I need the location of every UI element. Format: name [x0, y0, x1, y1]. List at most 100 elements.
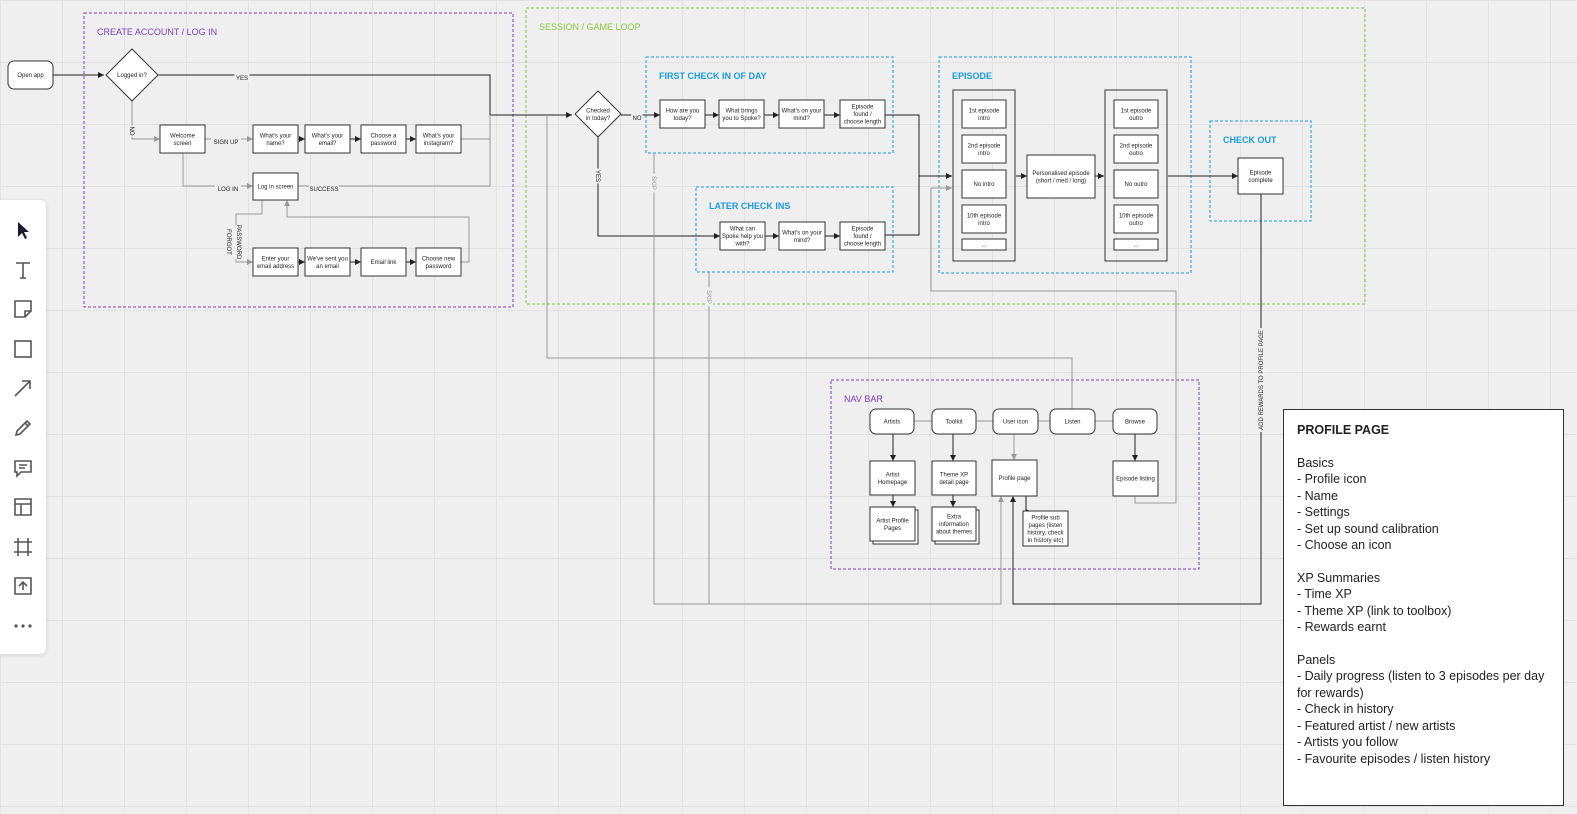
node-enter-email[interactable]: Enter your email address	[252, 247, 299, 277]
node-episode-listing[interactable]: Episode listing	[1112, 460, 1159, 497]
node-outro-10[interactable]: 10th episode outro	[1113, 204, 1159, 234]
node-label: We've sent you	[307, 256, 348, 262]
node-episode-complete[interactable]: Episode complete	[1237, 157, 1284, 195]
connector-line[interactable]	[158, 74, 491, 115]
node-nav-listen[interactable]: Listen	[1049, 408, 1096, 435]
node-outro-none[interactable]: No outro	[1113, 169, 1159, 199]
node-personalised[interactable]: Personalised episode(short / med / long)	[1026, 154, 1096, 199]
frame-icon	[14, 537, 32, 556]
pen-tool[interactable]	[7, 412, 39, 444]
connector-line[interactable]	[885, 114, 920, 236]
node-artist-profiles[interactable]: Artist Profile Pages	[869, 506, 919, 545]
node-intro-2[interactable]: 2nd episode intro	[961, 134, 1007, 164]
node-email[interactable]: What's your email?	[304, 124, 351, 154]
node-intro-10[interactable]: 10th episode intro	[961, 204, 1007, 234]
node-label: ...	[1133, 243, 1138, 249]
node-nav-browse[interactable]: Browse	[1112, 408, 1158, 435]
node-on-mind-2[interactable]: What's on your mind?	[778, 221, 826, 251]
node-episode-found-2[interactable]: Episodefound / choose length	[839, 221, 886, 251]
node-profile-sub[interactable]: Profile sub pages (listenhistory, check in…	[1022, 510, 1069, 547]
node-extra-info[interactable]: Extrainformation about themes	[931, 506, 980, 545]
panels-heading: Panels	[1297, 652, 1336, 667]
node-label: complete	[1248, 178, 1273, 184]
more-tool[interactable]	[7, 610, 39, 642]
list-item: - Daily progress (listen to 3 episodes p…	[1297, 669, 1545, 700]
node-label: information	[939, 522, 969, 528]
frame-tool[interactable]	[7, 531, 39, 563]
svg-text:PASSWORD: PASSWORD	[235, 225, 241, 260]
node-spoke-help[interactable]: What canSpoke help you with?	[719, 221, 766, 251]
node-label: Log in screen	[257, 185, 293, 191]
connector-line[interactable]	[182, 153, 253, 189]
node-label: choose length	[844, 120, 881, 126]
node-label: Theme XP	[940, 472, 968, 478]
node-theme-xp[interactable]: Theme XP detail page	[931, 460, 977, 496]
list-item: - Settings	[1297, 505, 1350, 519]
connector-line[interactable]	[1025, 496, 1032, 515]
node-label: outro	[1129, 221, 1143, 227]
node-new-password[interactable]: Choose new password	[415, 247, 462, 277]
frame-label-nav-bar: NAV BAR	[844, 394, 883, 404]
frame-label-session: SESSION / GAME LOOP	[539, 22, 641, 32]
template-tool[interactable]	[7, 491, 39, 523]
edge-label-sign-up: SIGN UP	[211, 137, 241, 146]
comment-tool[interactable]	[7, 452, 39, 484]
node-checked-in[interactable]: Checked in today?	[574, 90, 622, 138]
node-name[interactable]: What's your name?	[252, 124, 299, 154]
node-label: intro	[978, 116, 990, 122]
node-intro-more[interactable]: ...	[961, 238, 1007, 251]
node-artist-homepage[interactable]: Artist Homepage	[869, 460, 916, 496]
list-item: - Rewards earnt	[1297, 620, 1386, 634]
node-nav-toolkit[interactable]: Toolkit	[931, 408, 977, 435]
node-label: No outro	[1124, 182, 1148, 188]
upload-tool[interactable]	[7, 570, 39, 602]
node-outro-2[interactable]: 2nd episode outro	[1113, 134, 1159, 164]
node-intro-none[interactable]: No intro	[961, 169, 1007, 199]
node-nav-artists[interactable]: Artists	[869, 408, 915, 435]
connection-line-tool[interactable]	[7, 372, 39, 404]
node-label: Episode listing	[1116, 477, 1155, 483]
node-instagram[interactable]: What's your instagram?	[415, 124, 462, 154]
frame-session[interactable]	[525, 7, 1366, 305]
connector-line[interactable]	[930, 188, 1177, 504]
node-label: with?	[734, 242, 750, 248]
frame-label-check-out: CHECK OUT	[1223, 135, 1277, 145]
node-label: What's your	[260, 133, 292, 139]
node-label: Checked	[586, 108, 610, 114]
node-on-mind-1[interactable]: What's on your mind?	[778, 99, 825, 129]
node-label: Enter your	[262, 256, 290, 262]
node-label: Artist Profile	[876, 518, 909, 524]
node-label: Logged in?	[117, 73, 147, 79]
node-episode-found-1[interactable]: Episodefound / choose length	[839, 99, 886, 129]
node-label: 2nd episode	[968, 143, 1001, 149]
node-outro-1[interactable]: 1st episode outro	[1113, 99, 1159, 129]
node-email-link[interactable]: Email link	[360, 247, 407, 277]
node-outro-more[interactable]: ...	[1113, 238, 1159, 251]
node-label: choose length	[844, 242, 881, 248]
node-logged-in[interactable]: Logged in?	[105, 48, 159, 102]
node-label: detail page	[939, 480, 969, 486]
node-welcome[interactable]: Welcome screen	[159, 124, 206, 154]
node-password[interactable]: Choose a password	[360, 124, 407, 154]
shape-tool[interactable]	[7, 333, 39, 365]
node-label: How are you	[666, 108, 700, 114]
list-item: - Favourite episodes / listen history	[1297, 751, 1491, 766]
node-intro-1[interactable]: 1st episode intro	[961, 99, 1007, 129]
node-open-app[interactable]: Open app	[7, 60, 54, 90]
node-what-brings[interactable]: What brings you to Spoke?	[718, 99, 765, 129]
node-how-are-you[interactable]: How are you today?	[659, 99, 706, 129]
node-label: in history etc)	[1028, 538, 1064, 544]
node-login-screen[interactable]: Log in screen	[252, 172, 299, 201]
list-item: - Set up sound calibration	[1297, 521, 1439, 536]
select-tool[interactable]	[7, 214, 39, 246]
profile-page-note[interactable]: PROFILE PAGE Basics - Profile icon - Nam…	[1283, 409, 1564, 806]
node-label: 1st episode	[969, 108, 1000, 114]
node-nav-user[interactable]: User icon	[992, 408, 1039, 435]
edge-label-skip-2: SKIP	[705, 287, 714, 307]
sticky-note-tool[interactable]	[7, 293, 39, 325]
text-tool[interactable]	[7, 254, 39, 286]
node-profile-page[interactable]: Profile page	[991, 459, 1038, 497]
node-sent-email[interactable]: We've sent you an email	[304, 247, 351, 277]
edge-label-no-1: NO	[128, 125, 137, 137]
shape-icon	[14, 339, 32, 358]
